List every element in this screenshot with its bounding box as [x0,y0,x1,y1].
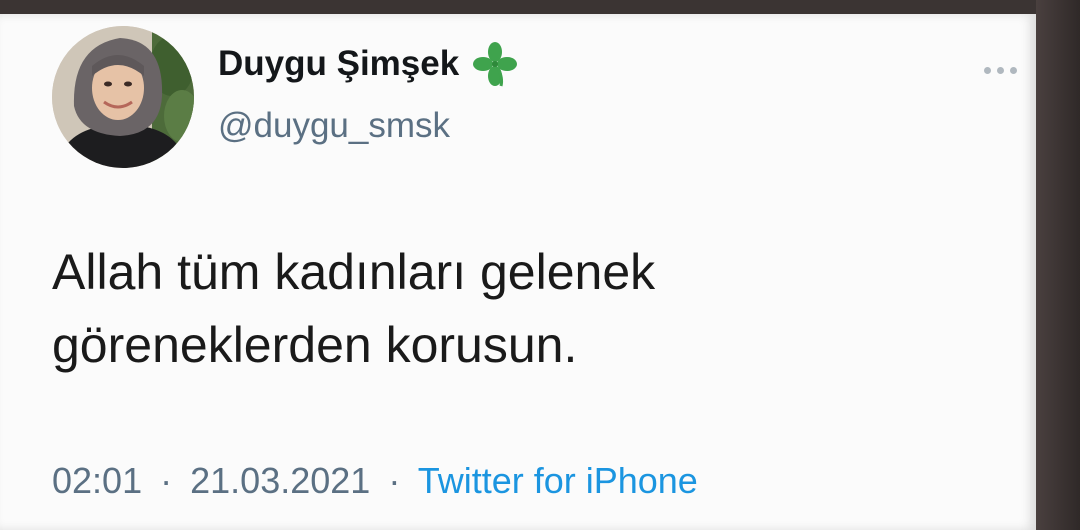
four-leaf-clover-icon [473,42,518,87]
meta-separator: · [388,460,401,501]
tweet-date[interactable]: 21.03.2021 [190,460,370,501]
tweet-card: Duygu Şimşek @duygu_smsk Allah tüm kadın… [0,14,1036,530]
tweet-time[interactable]: 02:01 [52,460,142,501]
tweet-text-line: Allah tüm kadınları gelenek [52,244,656,300]
meta-separator: · [160,460,173,501]
top-dark-strip [0,0,1080,14]
tweet-text-line: göreneklerden korusun. [52,317,578,373]
tweet-meta: 02:01 · 21.03.2021 · Twitter for iPhone [52,460,698,502]
more-options-icon[interactable] [984,60,1024,80]
tweet-source-link[interactable]: Twitter for iPhone [418,460,698,501]
right-dark-strip [1036,0,1080,530]
dot [984,66,991,74]
user-handle[interactable]: @duygu_smsk [218,106,450,146]
tweet-text: Allah tüm kadınları gelenek göreneklerde… [52,236,952,382]
dot [1010,66,1017,74]
display-name[interactable]: Duygu Şimşek [218,40,519,88]
dot [997,66,1004,74]
avatar[interactable] [52,26,194,168]
avatar-photo [52,26,194,168]
display-name-text[interactable]: Duygu Şimşek [218,44,459,84]
